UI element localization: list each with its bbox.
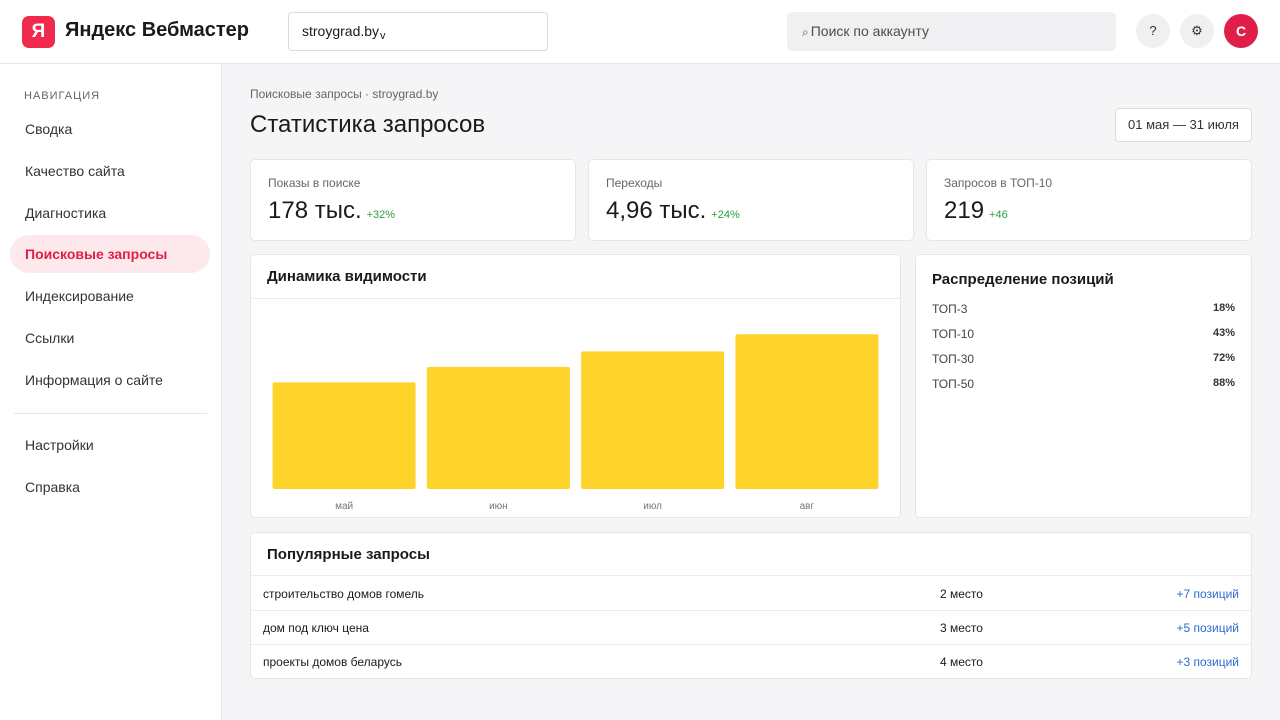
site-selector-value: stroygrad.by bbox=[302, 23, 380, 39]
nav-heading: НАВИГАЦИЯ bbox=[24, 90, 101, 102]
chart-title: Динамика видимости bbox=[267, 268, 427, 285]
site-selector[interactable]: stroygrad.byv bbox=[288, 12, 548, 51]
stat-card-clicks: Переходы 4,96 тыс. +24% bbox=[588, 159, 914, 241]
distribution-label: ТОП-10 bbox=[932, 327, 975, 341]
sidebar-item-site-quality[interactable]: Качество сайта bbox=[10, 152, 210, 190]
sidebar-item-summary[interactable]: Сводка bbox=[10, 110, 210, 148]
query-position-delta[interactable]: +5 позиций bbox=[1176, 611, 1239, 645]
help-button[interactable]: ? bbox=[1136, 14, 1170, 48]
stat-number: 219 bbox=[944, 197, 985, 224]
stat-delta: +32% bbox=[366, 209, 396, 221]
distribution-label: ТОП-30 bbox=[932, 352, 975, 366]
query-position: 3 место bbox=[940, 621, 983, 635]
chart-bar-2[interactable] bbox=[581, 351, 725, 489]
distribution-row: ТОП-3 18% bbox=[932, 302, 1235, 318]
stat-number: 178 тыс. bbox=[268, 197, 362, 224]
distribution-row: ТОП-50 88% bbox=[932, 377, 1235, 393]
stat-label: Запросов в ТОП-10 bbox=[944, 176, 1053, 190]
stat-label: Переходы bbox=[606, 176, 663, 190]
x-tick-label: май bbox=[335, 501, 353, 512]
stat-delta: +46 bbox=[989, 209, 1008, 221]
sidebar: НАВИГАЦИЯ Сводка Качество сайта Диагност… bbox=[0, 64, 222, 720]
top-bar: Я Яндекс Вебмастер stroygrad.byv ⌕ Поиск … bbox=[0, 0, 1280, 64]
table-row[interactable]: строительство домов гомель 2 место +7 по… bbox=[251, 577, 1251, 611]
query-position-delta[interactable]: +3 позиций bbox=[1176, 645, 1239, 679]
stat-value: 4,96 тыс. +24% bbox=[606, 197, 740, 225]
date-range-button[interactable]: 01 мая — 31 июля bbox=[1115, 108, 1252, 142]
distribution-label: ТОП-50 bbox=[932, 377, 975, 391]
visibility-chart-card: Динамика видимости май июн июл авг bbox=[250, 254, 901, 518]
distribution-pct: 43% bbox=[1212, 327, 1235, 339]
chart-bar-1[interactable] bbox=[426, 366, 570, 489]
query-position-delta[interactable]: +7 позиций bbox=[1176, 577, 1239, 611]
sidebar-item-site-info[interactable]: Информация о сайте bbox=[10, 361, 210, 399]
sidebar-item-diagnostics[interactable]: Диагностика bbox=[10, 194, 210, 232]
query-position: 2 место bbox=[940, 587, 983, 601]
distribution-label: ТОП-3 bbox=[932, 302, 968, 316]
position-distribution-card: Распределение позиций ТОП-3 18% ТОП-10 43%… bbox=[915, 254, 1252, 518]
x-tick-label: авг bbox=[800, 501, 815, 512]
stat-delta: +24% bbox=[711, 209, 740, 221]
distribution-row: ТОП-10 43% bbox=[932, 327, 1235, 343]
search-placeholder: Поиск по аккаунту bbox=[810, 23, 929, 39]
settings-gear-icon[interactable]: ⚙ bbox=[1180, 14, 1214, 48]
sidebar-item-settings[interactable]: Настройки bbox=[10, 426, 210, 464]
stat-card-top10: Запросов в ТОП-10 219 +46 bbox=[926, 159, 1252, 241]
stat-number: 4,96 тыс. bbox=[606, 197, 707, 224]
yandex-logo-icon[interactable]: Я bbox=[22, 16, 55, 48]
page-title: Статистика запросов bbox=[250, 111, 486, 138]
query-text: проекты домов беларусь bbox=[263, 655, 403, 669]
query-text: строительство домов гомель bbox=[263, 587, 425, 601]
sidebar-item-indexing[interactable]: Индексирование bbox=[10, 277, 210, 315]
account-search-input[interactable]: ⌕ Поиск по аккаунту bbox=[787, 12, 1116, 51]
sidebar-item-links[interactable]: Ссылки bbox=[10, 319, 210, 357]
distribution-row: ТОП-30 72% bbox=[932, 352, 1235, 368]
sidebar-item-search-queries[interactable]: Поисковые запросы bbox=[10, 235, 210, 273]
popular-queries-card: Популярные запросы строительство домов г… bbox=[250, 532, 1252, 679]
stat-label: Показы в поиске bbox=[268, 176, 361, 190]
sidebar-item-help[interactable]: Справка bbox=[10, 468, 210, 506]
x-tick-label: июл bbox=[643, 501, 662, 512]
stat-value: 219 +46 bbox=[944, 197, 1008, 225]
sidebar-divider bbox=[14, 413, 207, 414]
chart-header: Динамика видимости bbox=[251, 255, 900, 299]
stat-card-impressions: Показы в поиске 178 тыс. +32% bbox=[250, 159, 576, 241]
distribution-pct: 88% bbox=[1212, 377, 1235, 389]
chevron-down-icon: v bbox=[380, 30, 386, 42]
chart-bar-0[interactable] bbox=[272, 382, 416, 489]
table-row[interactable]: дом под ключ цена 3 место +5 позиций bbox=[251, 611, 1251, 645]
visibility-bar-chart: май июн июл авг bbox=[272, 334, 879, 512]
query-text: дом под ключ цена bbox=[263, 621, 369, 635]
app-title[interactable]: Яндекс Вебмастер bbox=[65, 19, 249, 42]
table-row[interactable]: проекты домов беларусь 4 место +3 позици… bbox=[251, 645, 1251, 679]
popular-queries-title: Популярные запросы bbox=[267, 546, 430, 563]
distribution-pct: 18% bbox=[1212, 302, 1235, 314]
search-icon: ⌕ bbox=[802, 25, 809, 39]
x-tick-label: июн bbox=[489, 501, 508, 512]
distribution-pct: 72% bbox=[1212, 352, 1235, 364]
breadcrumb[interactable]: Поисковые запросы · stroygrad.by bbox=[250, 87, 438, 101]
distribution-title: Распределение позиций bbox=[932, 271, 1114, 288]
user-avatar[interactable]: С bbox=[1224, 14, 1258, 48]
popular-queries-header: Популярные запросы bbox=[251, 533, 1251, 576]
stat-value: 178 тыс. +32% bbox=[268, 197, 395, 225]
chart-bar-3[interactable] bbox=[735, 334, 879, 489]
query-position: 4 место bbox=[940, 655, 983, 669]
